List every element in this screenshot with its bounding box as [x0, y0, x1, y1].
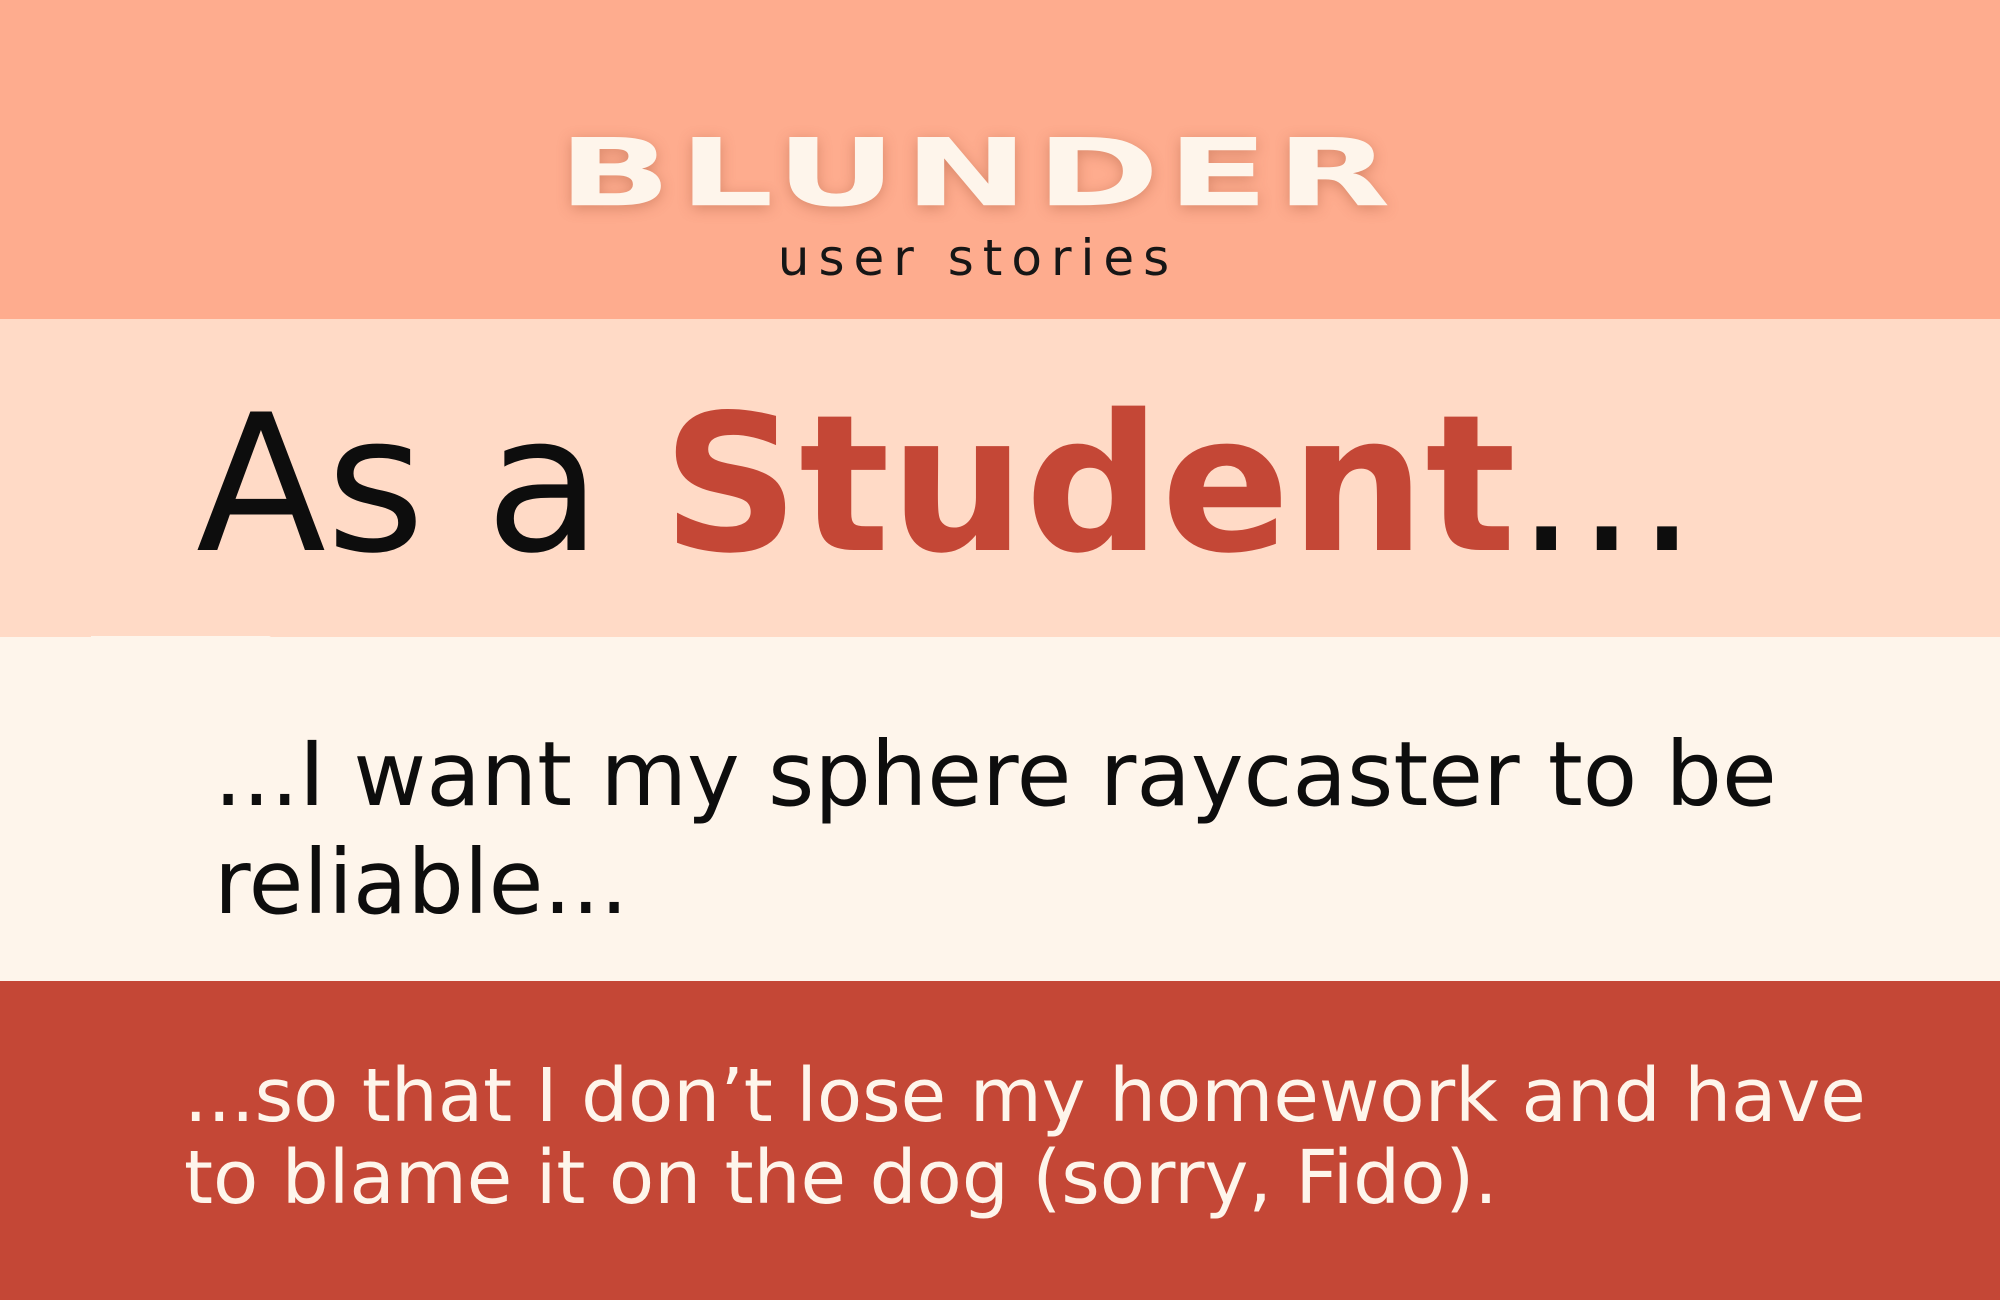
brand-logo: BLUNDER: [557, 119, 1399, 228]
persona-role: Student: [662, 374, 1517, 595]
persona-suffix: ...: [1516, 374, 1698, 595]
persona-prefix: As a: [196, 374, 663, 595]
story-want-text: ...I want my sphere raycaster to be reli…: [214, 722, 1777, 934]
story-reason-text: ...so that I don’t lose my homework and …: [184, 1053, 1866, 1221]
brand-subtitle: user stories: [777, 229, 1179, 287]
persona-heading: As a Student...: [196, 380, 1697, 590]
